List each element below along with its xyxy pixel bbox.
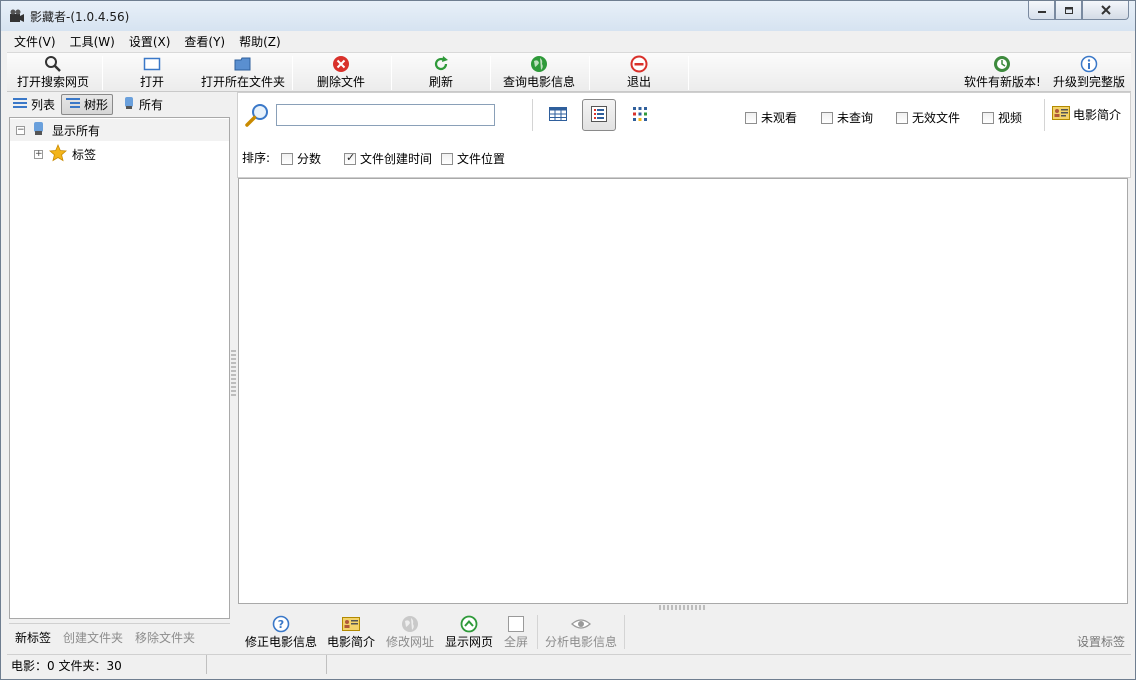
folder-icon bbox=[234, 55, 252, 73]
window-title: 影藏者-(1.0.4.56) bbox=[30, 10, 130, 24]
refresh-button[interactable]: 刷新 bbox=[429, 55, 453, 91]
thumbnails-icon bbox=[632, 106, 648, 125]
status-bar: 电影：0 文件夹：30 bbox=[7, 654, 1131, 674]
sort-location-checkbox[interactable]: 文件位置 bbox=[441, 150, 505, 167]
collapse-icon[interactable]: − bbox=[16, 125, 25, 135]
filter-bar: 未观看 未查询 无效文件 视频 电影简介 排序: 分数 ✓ 文件创建时间 文件位… bbox=[237, 92, 1131, 178]
show-webpage-button[interactable]: 显示网页 bbox=[445, 615, 493, 650]
new-tag-button[interactable]: 新标签 bbox=[15, 629, 51, 646]
maximize-button[interactable] bbox=[1055, 1, 1082, 20]
search-input[interactable] bbox=[276, 104, 495, 126]
tree-icon bbox=[66, 97, 81, 112]
menu-help[interactable]: 帮助(Z) bbox=[232, 31, 288, 51]
status-counts: 电影：0 文件夹：30 bbox=[7, 655, 207, 674]
left-action-bar: 新标签 创建文件夹 移除文件夹 bbox=[9, 623, 230, 651]
edit-url-button[interactable]: 修改网址 bbox=[386, 615, 434, 650]
info-icon bbox=[1080, 55, 1098, 73]
magnifier-icon bbox=[44, 55, 62, 73]
bottom-toolbar: ? 修正电影信息 电影简介 修改网址 显示网页 全屏 分析电影信息 设置标签 bbox=[237, 613, 1131, 652]
globe-icon bbox=[401, 615, 419, 633]
menu-file[interactable]: 文件(V) bbox=[7, 31, 63, 51]
main-toolbar: 打开搜索网页 打开 打开所在文件夹 删除文件 刷新 查询电影信息 退出 软件有新… bbox=[7, 52, 1131, 92]
id-card-icon bbox=[342, 615, 360, 633]
eye-icon bbox=[571, 615, 591, 633]
expand-icon[interactable]: + bbox=[34, 149, 43, 159]
close-button[interactable] bbox=[1082, 1, 1129, 20]
tab-tree-view[interactable]: 树形 bbox=[61, 93, 114, 115]
horizontal-splitter[interactable] bbox=[659, 605, 707, 610]
upgrade-full-button[interactable]: 升级到完整版 bbox=[1053, 55, 1125, 91]
query-movie-info-button[interactable]: 查询电影信息 bbox=[503, 55, 575, 91]
search-icon bbox=[244, 103, 270, 132]
menu-tools[interactable]: 工具(W) bbox=[63, 31, 122, 51]
tab-all[interactable]: 所有 bbox=[119, 94, 167, 115]
detail-list-icon bbox=[591, 105, 607, 125]
thumbnail-view-button[interactable] bbox=[623, 99, 657, 131]
help-icon: ? bbox=[272, 615, 290, 633]
open-button[interactable]: 打开 bbox=[140, 55, 164, 91]
movie-camera-icon bbox=[9, 8, 25, 24]
movie-intro-toggle[interactable]: 电影简介 bbox=[1052, 106, 1121, 123]
analyze-movie-info-button[interactable]: 分析电影信息 bbox=[545, 615, 617, 650]
delete-icon bbox=[332, 55, 350, 73]
video-checkbox[interactable]: 视频 bbox=[982, 109, 1022, 126]
detail-view-button[interactable] bbox=[582, 99, 616, 131]
view-mode-tabs: 列表 树形 所有 bbox=[7, 92, 230, 116]
sort-created-checkbox[interactable]: 文件创建时间 bbox=[344, 150, 432, 167]
app-window: 影藏者-(1.0.4.56) 文件(V) 工具(W) 设置(X) 查看(Y) 帮… bbox=[0, 0, 1136, 680]
new-version-button[interactable]: 软件有新版本! bbox=[964, 55, 1041, 91]
globe-icon bbox=[530, 55, 548, 73]
fullscreen-icon bbox=[508, 615, 524, 633]
invalid-files-checkbox[interactable]: 无效文件 bbox=[896, 109, 960, 126]
title-bar: 影藏者-(1.0.4.56) bbox=[1, 1, 1135, 31]
id-card-icon bbox=[1052, 106, 1070, 123]
open-folder-button[interactable]: 打开所在文件夹 bbox=[201, 55, 285, 91]
computer-icon bbox=[31, 121, 47, 140]
vertical-splitter[interactable] bbox=[230, 92, 237, 652]
svg-text:?: ? bbox=[278, 618, 284, 631]
left-panel: 列表 树形 所有 − 显示所有 + 标签 新标签 创建文件夹 移除文件夹 bbox=[7, 92, 230, 652]
up-circle-icon bbox=[460, 615, 478, 633]
minimize-button[interactable] bbox=[1028, 1, 1055, 20]
table-icon bbox=[549, 106, 567, 124]
fix-movie-info-button[interactable]: ? 修正电影信息 bbox=[245, 615, 317, 650]
update-icon bbox=[993, 55, 1011, 73]
star-icon bbox=[49, 143, 67, 165]
create-folder-button[interactable]: 创建文件夹 bbox=[63, 629, 123, 646]
right-panel: 未观看 未查询 无效文件 视频 电影简介 排序: 分数 ✓ 文件创建时间 文件位… bbox=[237, 92, 1131, 652]
drive-icon bbox=[123, 96, 135, 113]
unwatched-checkbox[interactable]: 未观看 bbox=[745, 109, 797, 126]
menu-bar: 文件(V) 工具(W) 设置(X) 查看(Y) 帮助(Z) bbox=[7, 31, 1131, 51]
unqueried-checkbox[interactable]: 未查询 bbox=[821, 109, 873, 126]
category-tree: − 显示所有 + 标签 bbox=[9, 117, 230, 619]
delete-file-button[interactable]: 删除文件 bbox=[317, 55, 365, 91]
refresh-icon bbox=[432, 55, 450, 73]
tree-item-show-all[interactable]: − 显示所有 bbox=[10, 119, 229, 141]
grid-view-button[interactable] bbox=[541, 99, 575, 131]
tab-list-view[interactable]: 列表 bbox=[9, 94, 59, 115]
exit-icon bbox=[630, 55, 648, 73]
menu-settings[interactable]: 设置(X) bbox=[122, 31, 178, 51]
set-tags-button[interactable]: 设置标签 bbox=[1077, 633, 1125, 650]
movie-list-area[interactable] bbox=[238, 178, 1128, 604]
window-icon bbox=[143, 55, 161, 73]
menu-view[interactable]: 查看(Y) bbox=[177, 31, 232, 51]
fullscreen-button[interactable]: 全屏 bbox=[504, 615, 528, 650]
sort-label: 排序: bbox=[242, 151, 271, 165]
movie-intro-button[interactable]: 电影简介 bbox=[327, 615, 375, 650]
open-search-page-button[interactable]: 打开搜索网页 bbox=[17, 55, 89, 91]
remove-folder-button[interactable]: 移除文件夹 bbox=[135, 629, 195, 646]
list-icon bbox=[13, 97, 27, 112]
exit-button[interactable]: 退出 bbox=[627, 55, 651, 91]
tree-item-tags[interactable]: + 标签 bbox=[34, 143, 96, 165]
sort-score-checkbox[interactable]: 分数 bbox=[281, 150, 321, 167]
